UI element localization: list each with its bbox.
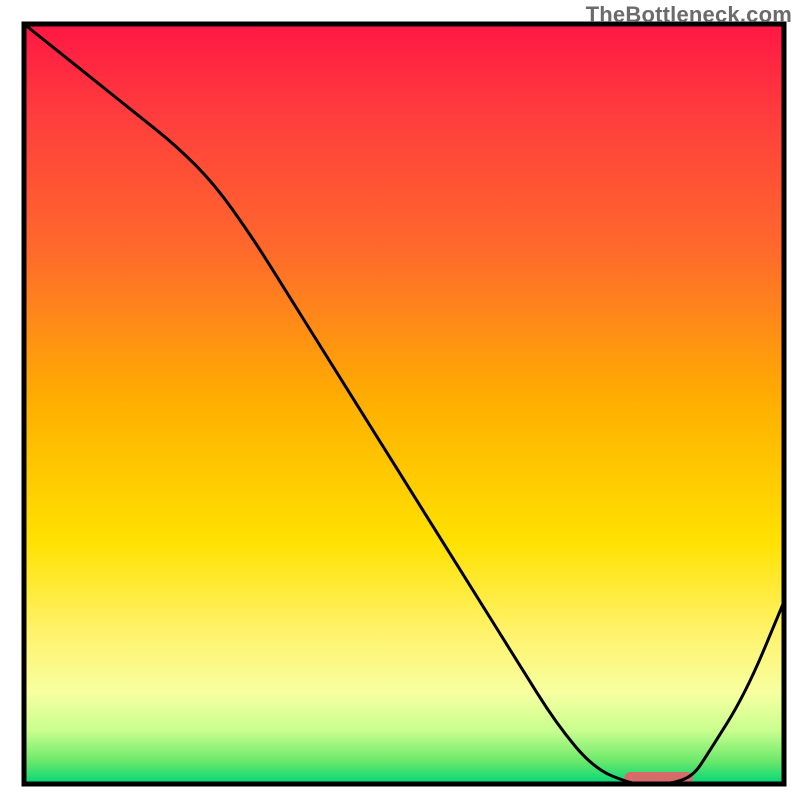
watermark-text: TheBottleneck.com (586, 2, 792, 28)
chart-svg (0, 0, 800, 800)
plot-area (24, 24, 784, 784)
gradient-background (24, 24, 784, 784)
chart-container: TheBottleneck.com (0, 0, 800, 800)
